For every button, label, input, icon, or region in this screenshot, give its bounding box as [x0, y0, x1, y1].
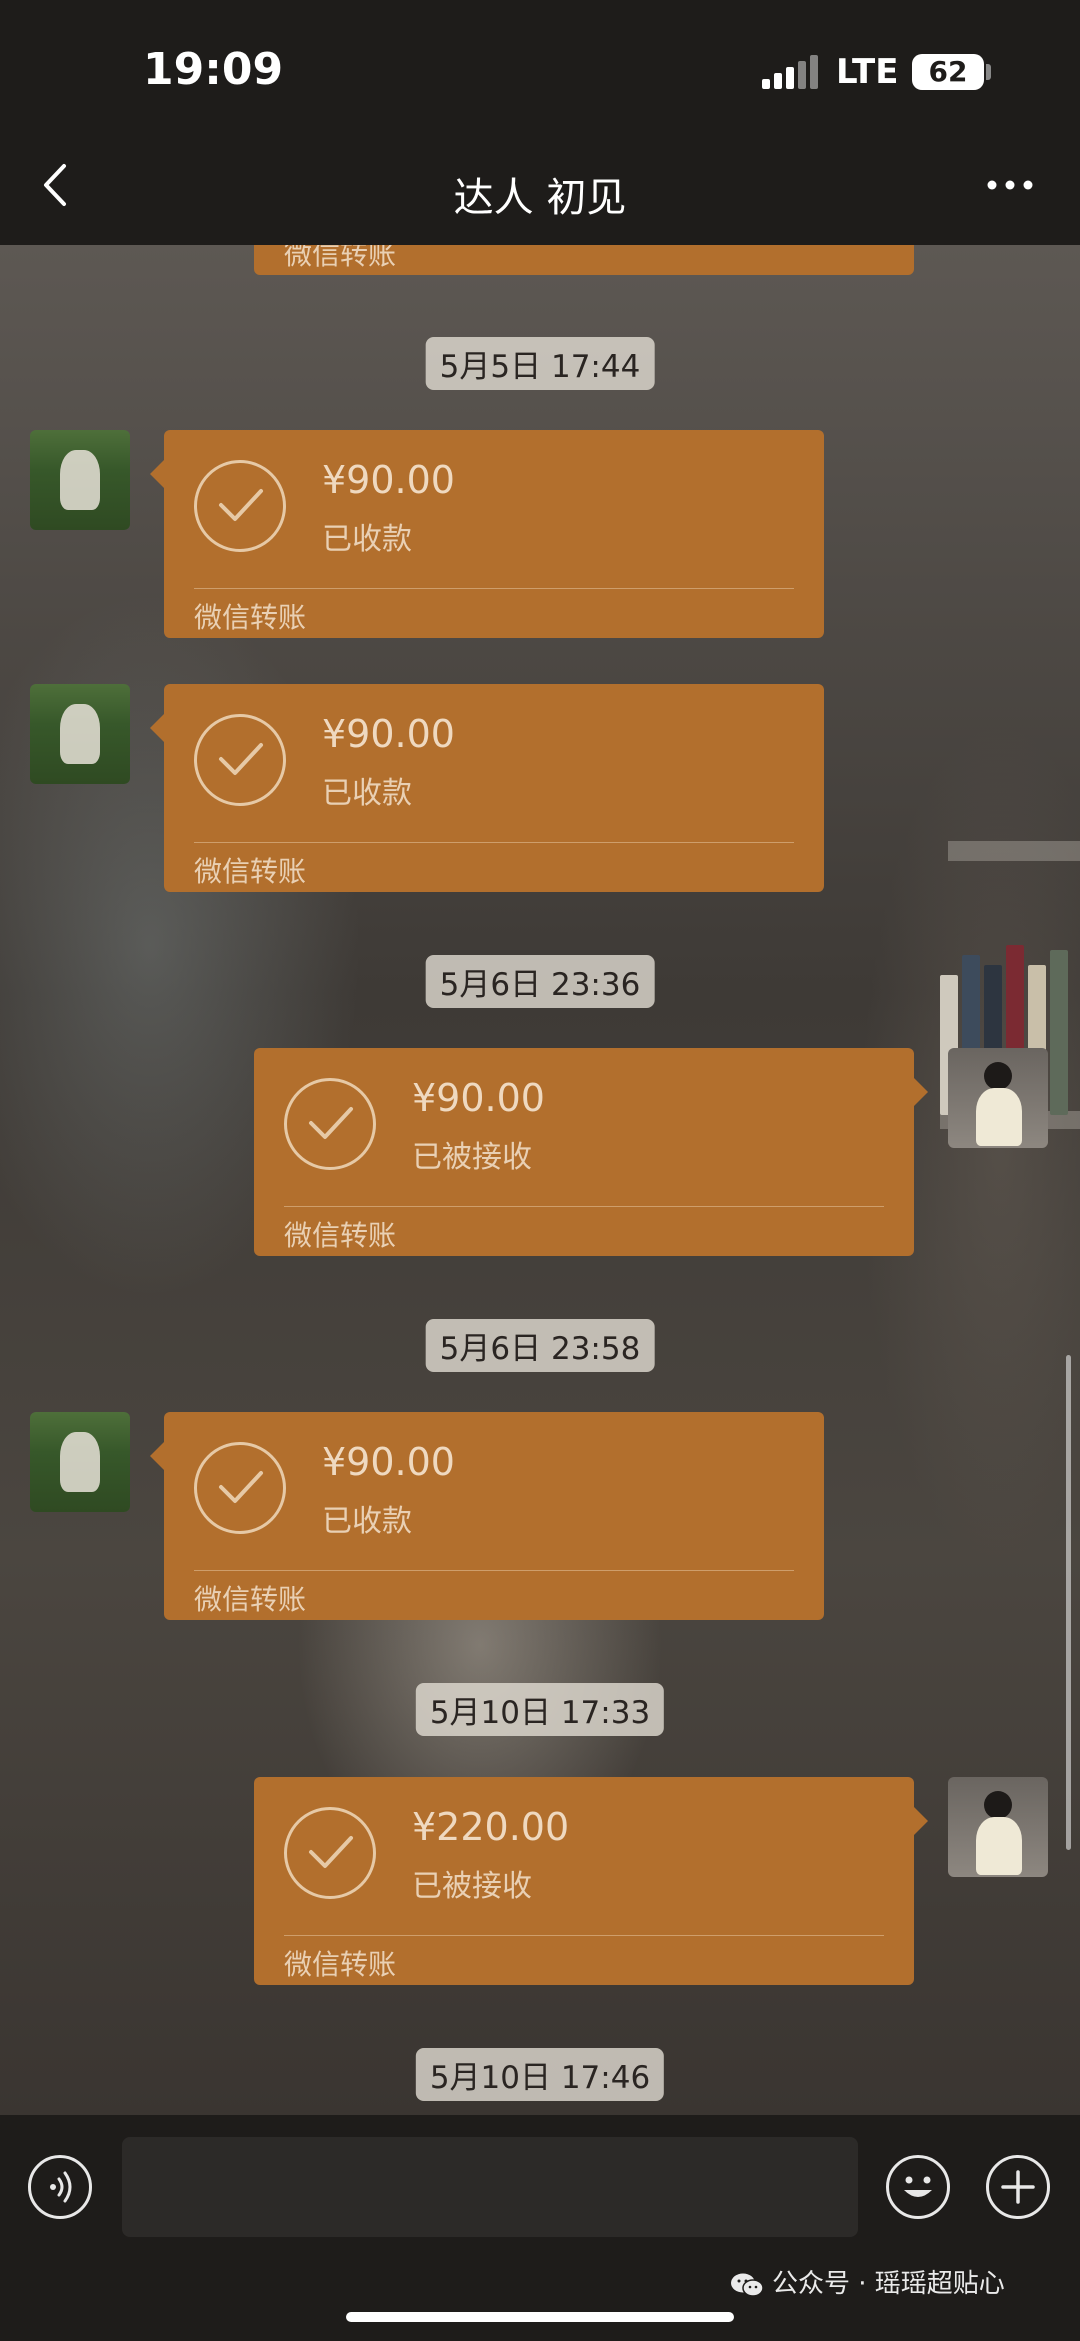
- watermark: 公众号 · 瑶瑶超贴心: [730, 2263, 1005, 2300]
- transfer-card-partial[interactable]: 微信转账: [254, 245, 914, 275]
- more-icon: [987, 180, 1033, 190]
- transfer-footer: 微信转账: [194, 1583, 307, 1616]
- bubble-tail: [150, 460, 164, 488]
- divider: [284, 1206, 884, 1207]
- divider: [194, 1570, 794, 1571]
- check-circle-icon: [194, 714, 286, 806]
- transfer-amount: ¥90.00: [412, 1076, 545, 1120]
- transfer-status: 已收款: [322, 1504, 412, 1539]
- status-time: 19:09: [143, 44, 284, 95]
- check-circle-icon: [284, 1807, 376, 1899]
- transfer-card[interactable]: ¥90.00 已收款 微信转账: [150, 1412, 824, 1620]
- scrollbar[interactable]: [1066, 1355, 1071, 1850]
- message-input[interactable]: [122, 2137, 858, 2237]
- transfer-status: 已被接收: [412, 1869, 532, 1904]
- transfer-card[interactable]: ¥90.00 已收款 微信转账: [150, 430, 824, 638]
- my-avatar[interactable]: [948, 1048, 1048, 1148]
- chat-header: 达人 初见: [0, 130, 1080, 245]
- message-list[interactable]: 微信转账 5月5日 17:44 ¥90.00 已收款 微信转账 ¥90.00 已…: [0, 245, 1080, 2115]
- network-type: LTE: [836, 52, 899, 92]
- voice-button[interactable]: [28, 2155, 92, 2219]
- plus-icon: [1001, 2170, 1035, 2204]
- chat-title: 达人 初见: [453, 175, 627, 221]
- divider: [284, 1935, 884, 1936]
- signal-icon: [762, 55, 822, 89]
- contact-avatar[interactable]: [30, 684, 130, 784]
- timestamp: 5月6日 23:36: [425, 955, 655, 1008]
- divider: [194, 842, 794, 843]
- check-circle-icon: [284, 1078, 376, 1170]
- timestamp: 5月6日 23:58: [425, 1319, 655, 1372]
- watermark-text: 公众号 · 瑶瑶超贴心: [772, 2269, 1005, 2299]
- transfer-amount: ¥220.00: [412, 1805, 570, 1849]
- input-bar: 公众号 · 瑶瑶超贴心: [0, 2115, 1080, 2341]
- transfer-status: 已被接收: [412, 1140, 532, 1175]
- my-avatar[interactable]: [948, 1777, 1048, 1877]
- transfer-footer: 微信转账: [194, 855, 307, 888]
- transfer-footer: 微信转账: [284, 1219, 397, 1252]
- battery-level: 62: [912, 54, 984, 90]
- check-circle-icon: [194, 1442, 286, 1534]
- bubble-tail: [150, 1442, 164, 1470]
- timestamp: 5月10日 17:33: [415, 1683, 665, 1736]
- bubble-tail: [150, 714, 164, 742]
- plus-button[interactable]: [986, 2155, 1050, 2219]
- transfer-amount: ¥90.00: [322, 712, 455, 756]
- transfer-card[interactable]: ¥220.00 已被接收 微信转账: [254, 1777, 928, 1985]
- transfer-card[interactable]: ¥90.00 已收款 微信转账: [150, 684, 824, 892]
- bubble-tail: [914, 1807, 928, 1835]
- timestamp: 5月5日 17:44: [425, 337, 655, 390]
- status-bar: 19:09 LTE 62: [0, 0, 1080, 130]
- emoji-icon: [904, 2176, 932, 2197]
- battery-icon: [986, 64, 991, 80]
- contact-avatar[interactable]: [30, 430, 130, 530]
- transfer-status: 已收款: [322, 522, 412, 557]
- transfer-footer: 微信转账: [194, 601, 307, 634]
- more-options-button[interactable]: [980, 170, 1040, 200]
- transfer-amount: ¥90.00: [322, 1440, 455, 1484]
- check-circle-icon: [194, 460, 286, 552]
- transfer-status: 已收款: [322, 776, 412, 811]
- emoji-button[interactable]: [886, 2155, 950, 2219]
- home-indicator[interactable]: [346, 2312, 734, 2322]
- contact-avatar[interactable]: [30, 1412, 130, 1512]
- timestamp: 5月10日 17:46: [415, 2048, 665, 2101]
- wechat-icon: [731, 2273, 764, 2297]
- transfer-footer: 微信转账: [284, 245, 397, 271]
- divider: [194, 588, 794, 589]
- transfer-card[interactable]: ¥90.00 已被接收 微信转账: [254, 1048, 928, 1256]
- transfer-footer: 微信转账: [284, 1948, 397, 1981]
- transfer-amount: ¥90.00: [322, 458, 455, 502]
- voice-icon: [50, 2171, 72, 2203]
- bubble-tail: [914, 1078, 928, 1106]
